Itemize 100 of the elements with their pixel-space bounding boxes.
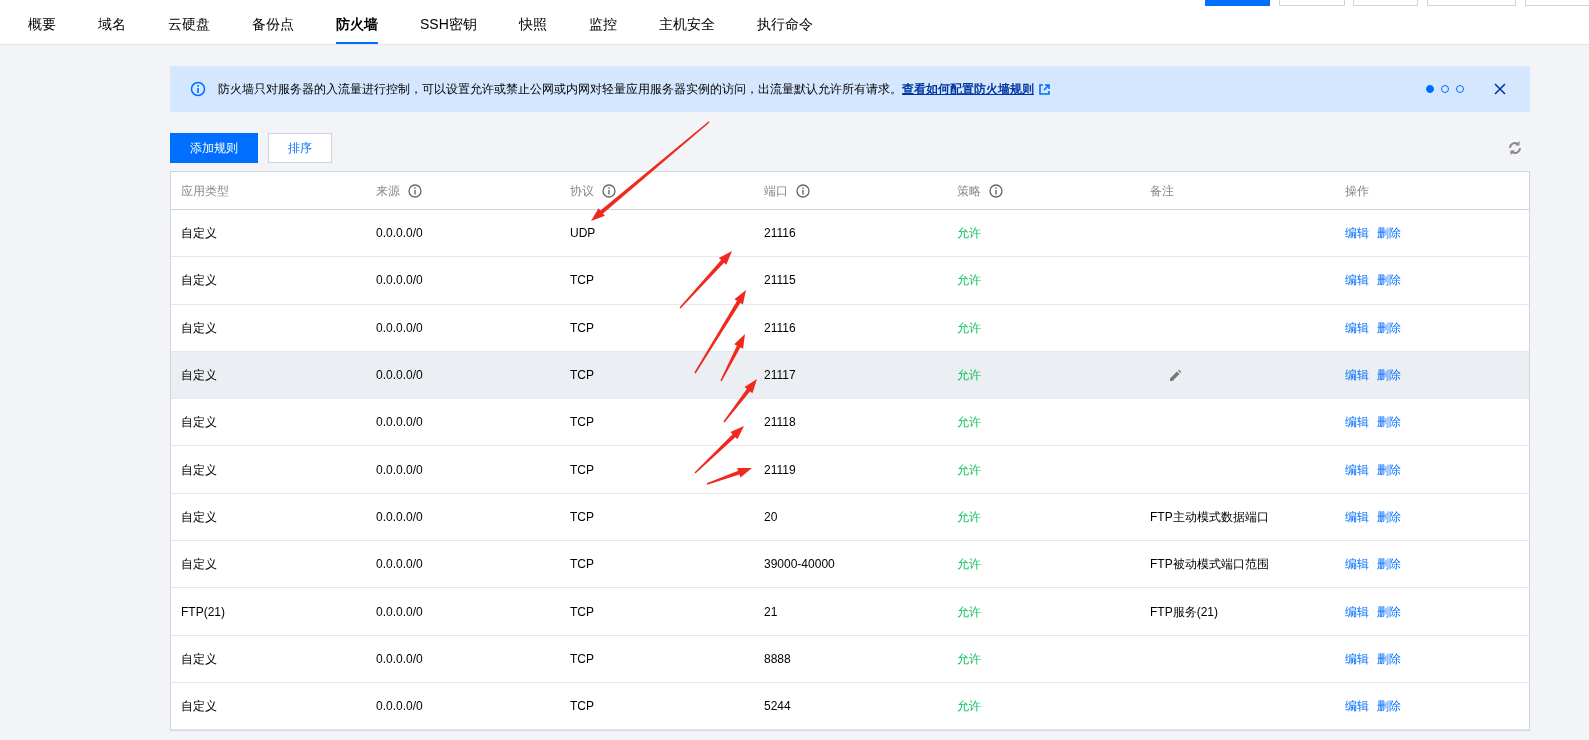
table-cell: 8888 [764,651,791,666]
action-link[interactable]: 编辑 [1345,273,1369,288]
table-cell: 自定义 [181,320,217,335]
column-header: 应用类型 [181,182,229,200]
action-link[interactable]: 删除 [1377,557,1401,572]
refresh-icon[interactable] [1508,140,1522,156]
action-link[interactable]: 删除 [1377,604,1401,619]
external-link-icon [1039,83,1050,95]
table-cell: 21116 [764,226,796,241]
action-link[interactable]: 编辑 [1345,415,1369,430]
table-cell: TCP [570,509,594,524]
action-link[interactable]: 编辑 [1345,509,1369,524]
status-text: 允许 [957,368,981,383]
table-cell: 0.0.0.0/0 [376,273,423,288]
action-link[interactable]: 删除 [1377,273,1401,288]
tab[interactable]: 防火墙 [336,14,378,44]
table-cell: 自定义 [181,226,217,241]
table-cell: 21115 [764,273,796,288]
table-cell: FTP被动模式端口范围 [1150,557,1269,572]
tab[interactable]: 执行命令 [756,14,813,44]
notice-text: 防火墙只对服务器的入流量进行控制，可以设置允许或禁止公网或内网对轻量应用服务器实例的访问，出流量默认允许所有请求。 [218,81,902,98]
info-icon[interactable] [602,183,616,198]
close-icon[interactable] [1494,83,1506,95]
action-link[interactable]: 编辑 [1345,368,1369,383]
table-cell: 0.0.0.0/0 [376,226,423,241]
action-link[interactable]: 编辑 [1345,320,1369,335]
tab[interactable]: 云硬盘 [168,14,210,44]
action-link[interactable]: 删除 [1377,368,1401,383]
action-link[interactable]: 删除 [1377,651,1401,666]
table-cell: 自定义 [181,557,217,572]
table-cell: 21 [764,604,778,619]
table-cell: 0.0.0.0/0 [376,509,423,524]
action-link[interactable]: 删除 [1377,509,1401,524]
table-cell: TCP [570,462,594,477]
table-cell: 自定义 [181,415,217,430]
column-header: 协议 [570,182,594,200]
action-link[interactable]: 编辑 [1345,557,1369,572]
tab[interactable]: 快照 [518,14,547,44]
info-icon[interactable] [408,183,422,198]
status-text: 允许 [957,462,981,477]
table-cell: 自定义 [181,368,217,383]
column-header: 端口 [764,182,788,200]
tab[interactable]: 域名 [98,14,126,44]
table-cell: 21119 [764,462,796,477]
table-cell: 自定义 [181,699,217,714]
tab[interactable]: SSH密钥 [420,14,477,44]
tab[interactable]: 备份点 [252,14,294,44]
table-cell: TCP [570,604,594,619]
table-cell: 0.0.0.0/0 [376,699,423,714]
table-cell: TCP [570,557,594,572]
action-link[interactable]: 编辑 [1345,699,1369,714]
table-cell: 39000-40000 [764,557,835,572]
column-header: 操作 [1345,182,1369,200]
table-cell: 21116 [764,320,796,335]
add-rule-button[interactable]: 添加规则 [170,133,258,163]
table-cell: 0.0.0.0/0 [376,368,423,383]
action-link[interactable]: 删除 [1377,415,1401,430]
column-header: 来源 [376,182,400,200]
table-cell: TCP [570,273,594,288]
table-cell: 0.0.0.0/0 [376,557,423,572]
table-cell: 21117 [764,368,796,383]
table-cell: FTP服务(21) [1150,604,1218,619]
info-icon[interactable] [989,183,1003,198]
status-text: 允许 [957,557,981,572]
info-icon[interactable] [796,183,810,198]
table-cell: FTP(21) [181,604,225,619]
status-text: 允许 [957,651,981,666]
table-cell: 0.0.0.0/0 [376,462,423,477]
table-cell: TCP [570,368,594,383]
action-link[interactable]: 删除 [1377,699,1401,714]
status-text: 允许 [957,273,981,288]
status-text: 允许 [957,415,981,430]
action-link[interactable]: 删除 [1377,320,1401,335]
action-link[interactable]: 编辑 [1345,226,1369,241]
table-cell: 0.0.0.0/0 [376,604,423,619]
sort-button[interactable]: 排序 [268,133,332,163]
action-link[interactable]: 删除 [1377,462,1401,477]
action-link[interactable]: 编辑 [1345,462,1369,477]
table-cell: FTP主动模式数据端口 [1150,509,1269,524]
pencil-icon[interactable] [1170,370,1181,382]
tab[interactable]: 监控 [588,14,617,44]
table-cell: TCP [570,699,594,714]
table-cell: UDP [570,226,596,241]
status-text: 允许 [957,226,981,241]
table-cell: 5244 [764,699,791,714]
tab[interactable]: 概要 [28,14,56,44]
tab[interactable]: 主机安全 [658,14,715,44]
table-cell: 自定义 [181,273,217,288]
status-text: 允许 [957,604,981,619]
column-header: 策略 [957,182,981,200]
action-link[interactable]: 编辑 [1345,604,1369,619]
table-cell: 21118 [764,415,796,430]
info-icon [190,81,206,97]
column-header: 备注 [1150,182,1174,200]
help-link[interactable]: 查看如何配置防火墙规则 [902,80,1034,98]
annotation-arrow [723,379,757,423]
pager-dot[interactable] [1426,85,1434,93]
action-link[interactable]: 删除 [1377,226,1401,241]
table-cell: 自定义 [181,651,217,666]
action-link[interactable]: 编辑 [1345,651,1369,666]
